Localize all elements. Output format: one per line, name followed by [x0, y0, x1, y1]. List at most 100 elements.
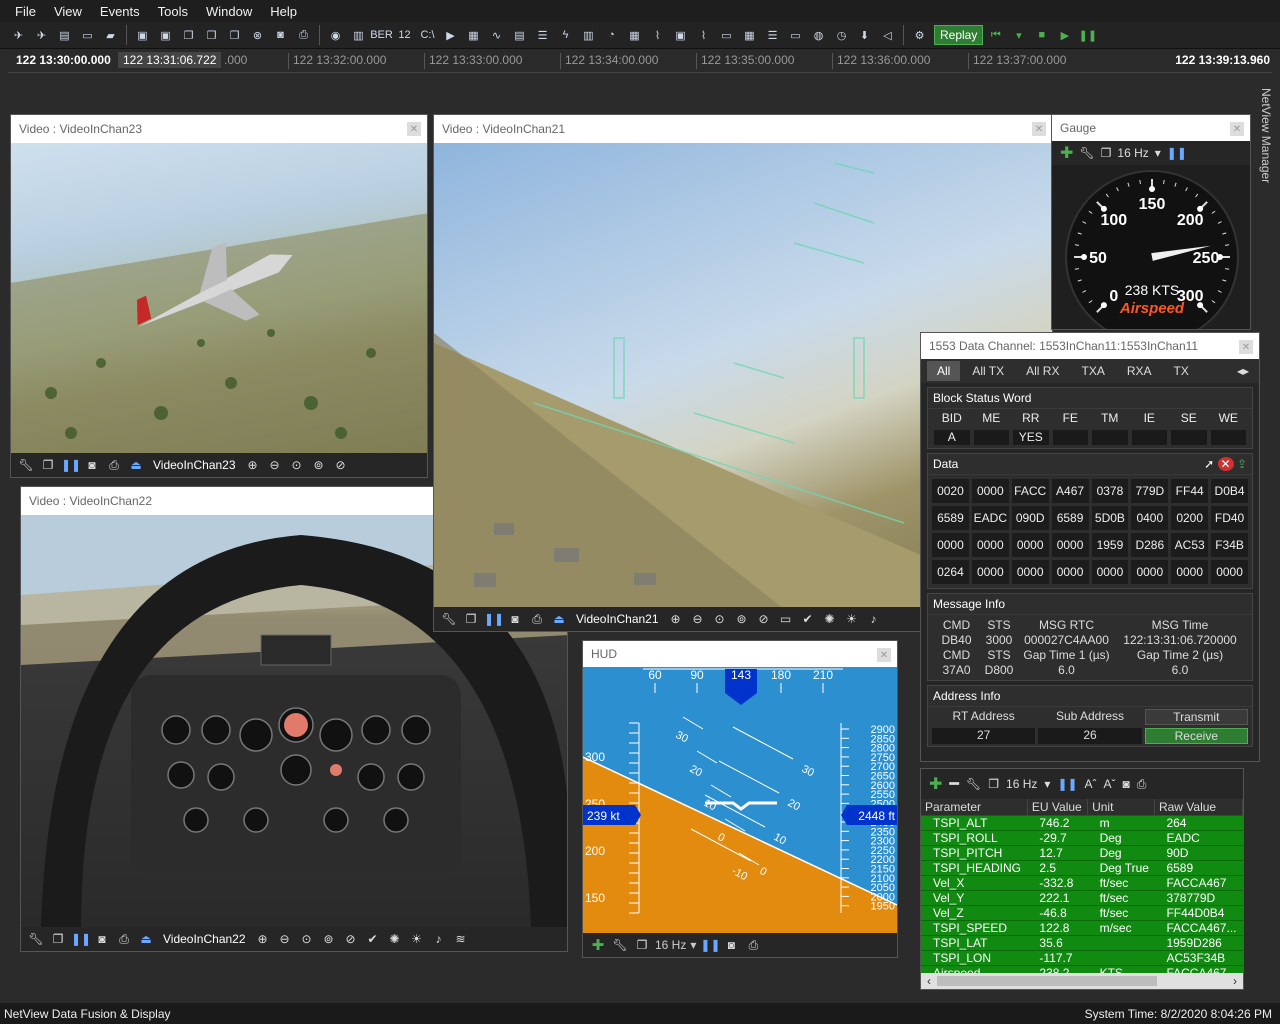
satellite-icon[interactable]: ◉ [325, 25, 346, 46]
pause-icon[interactable]: ❚❚ [1057, 777, 1077, 791]
eject-icon[interactable]: ⏏ [137, 932, 155, 946]
pause-icon[interactable]: ❚❚ [700, 938, 720, 952]
menu-events[interactable]: Events [91, 4, 149, 19]
plane-alt-icon[interactable]: ✈ [31, 25, 52, 46]
copy-icon[interactable]: ❐ [462, 612, 480, 626]
checkmark-icon[interactable]: ✔ [799, 612, 817, 626]
channel-label[interactable]: VideoInChan22 [159, 932, 250, 946]
pause-icon[interactable]: ❚❚ [1167, 146, 1187, 160]
zoom-reset-icon[interactable]: ⊚ [310, 458, 328, 472]
zoom-area-icon[interactable]: ⊘ [342, 932, 360, 946]
table-row[interactable]: TSPI_ROLL -29.7 Deg EADC [921, 830, 1243, 846]
skip-back-icon[interactable]: ⏮ [985, 25, 1006, 46]
tab-all[interactable]: All [927, 361, 961, 381]
scroll-thumb[interactable] [937, 976, 1157, 986]
zoom-fit-icon[interactable]: ⊙ [288, 458, 306, 472]
close-icon[interactable]: ✕ [407, 122, 421, 136]
close-icon[interactable]: ✕ [1239, 340, 1253, 354]
wrench-icon[interactable]: 🔧︎ [966, 777, 981, 791]
calendar-icon[interactable]: ▦ [739, 25, 760, 46]
rate-select[interactable]: 16 Hz [1117, 146, 1148, 160]
print-icon[interactable]: ⎙ [1137, 777, 1147, 792]
disk-icon[interactable]: ▤ [54, 25, 75, 46]
channel-label[interactable]: VideoInChan23 [149, 458, 240, 472]
sun-icon[interactable]: ☀ [843, 612, 861, 626]
rate-select[interactable]: 16 Hz [655, 938, 686, 952]
zoom-out-icon[interactable]: ⊖ [276, 932, 294, 946]
table-icon[interactable]: ▤ [509, 25, 530, 46]
tab-all-tx[interactable]: All TX [962, 361, 1014, 381]
table-row[interactable]: TSPI_ALT 746.2 m 264 [921, 815, 1243, 831]
eject-icon[interactable]: ⏏ [127, 458, 145, 472]
close-icon[interactable]: ✕ [1230, 122, 1244, 136]
rate-select[interactable]: 16 Hz [1006, 777, 1037, 791]
layers-icon[interactable]: ≋ [452, 932, 470, 946]
zoom-fit-icon[interactable]: ⊙ [298, 932, 316, 946]
graph-icon[interactable]: ⌇ [647, 25, 668, 46]
copy-icon[interactable]: ❐ [1101, 146, 1112, 160]
pause-icon[interactable]: ❚❚ [484, 612, 504, 626]
table-row[interactable]: Vel_Z -46.8 ft/sec FF44D0B4 [921, 905, 1243, 921]
menu-view[interactable]: View [45, 4, 91, 19]
chevron-down-icon[interactable]: ▾ [1044, 777, 1050, 791]
close-icon[interactable]: ✕ [1032, 122, 1046, 136]
window-icon[interactable]: ▭ [716, 25, 737, 46]
wrench-icon[interactable]: 🔧︎ [27, 932, 45, 946]
sun-icon[interactable]: ☀ [408, 932, 426, 946]
grid-icon[interactable]: ▦ [463, 25, 484, 46]
timeline-current[interactable]: 122 13:31:06.722 [118, 52, 222, 68]
volume-icon[interactable]: ♪ [430, 932, 448, 946]
font-increase-icon[interactable]: Aˆ [1085, 777, 1097, 791]
export-icon[interactable]: ⇪ [1237, 457, 1247, 471]
add-icon[interactable]: ✚ [589, 936, 607, 954]
gear-icon[interactable]: ⚙ [909, 25, 930, 46]
menu-file[interactable]: File [6, 4, 45, 19]
font-decrease-icon[interactable]: Aˇ [1104, 777, 1116, 791]
brightness-icon[interactable]: ✺ [821, 612, 839, 626]
drive-icon[interactable]: ▰ [100, 25, 121, 46]
copy-icon[interactable]: ❐ [988, 777, 999, 791]
number-icon[interactable]: 12 [394, 25, 415, 46]
card-icon[interactable]: ▭ [77, 25, 98, 46]
lightning-icon[interactable]: ϟ [555, 25, 576, 46]
column-header[interactable]: Parameter [921, 799, 1028, 816]
wrench-icon[interactable]: 🔧︎ [440, 612, 458, 626]
wrench-icon[interactable]: 🔧︎ [1079, 146, 1094, 160]
print-icon[interactable]: ⎙ [115, 932, 133, 947]
scroll-left-icon[interactable]: ‹ [921, 974, 937, 988]
histogram-icon[interactable]: ▥ [578, 25, 599, 46]
print-icon[interactable]: ⎙ [528, 612, 546, 627]
channel-label[interactable]: VideoInChan21 [572, 612, 663, 626]
tab-txa[interactable]: TXA [1071, 361, 1114, 381]
image-icon[interactable]: ▣ [670, 25, 691, 46]
camera-icon[interactable]: ◙ [270, 25, 291, 46]
chart-icon[interactable]: ⌇ [693, 25, 714, 46]
print-icon[interactable]: ⎙ [744, 938, 762, 953]
video-icon[interactable]: ▶ [440, 25, 461, 46]
terminal-icon[interactable]: C:\ [417, 25, 438, 46]
column-header[interactable]: Unit [1087, 799, 1155, 816]
receive-button[interactable]: Receive [1144, 728, 1248, 744]
menu-help[interactable]: Help [261, 4, 306, 19]
copy-icon[interactable]: ❐ [633, 938, 651, 952]
tab-tx[interactable]: TX [1164, 361, 1199, 381]
remove-icon[interactable]: ━ [949, 774, 959, 794]
copy-icon[interactable]: ❐ [178, 25, 199, 46]
netview-manager-tab[interactable]: NetView Manager [1255, 88, 1273, 198]
rt-address-input[interactable]: 27 [932, 728, 1036, 744]
camera-icon[interactable]: ◙ [83, 458, 101, 472]
folder-icon[interactable]: ▣ [132, 25, 153, 46]
zoom-fit-icon[interactable]: ⊙ [711, 612, 729, 626]
camera-icon[interactable]: ◙ [722, 938, 740, 952]
clear-icon[interactable]: ✕ [1217, 457, 1234, 471]
scroll-right-icon[interactable]: › [1227, 974, 1243, 988]
camera-icon[interactable]: ◙ [506, 612, 524, 626]
camera-icon[interactable]: ◙ [1123, 777, 1130, 791]
paste-icon[interactable]: ❐ [201, 25, 222, 46]
transmit-button[interactable]: Transmit [1144, 709, 1248, 725]
close-icon[interactable]: ✕ [877, 648, 891, 662]
volume-icon[interactable]: ♪ [865, 612, 883, 626]
add-icon[interactable]: ✚ [1060, 143, 1073, 163]
checkmark-icon[interactable]: ✔ [364, 932, 382, 946]
column-header[interactable]: Raw Value [1154, 799, 1243, 816]
